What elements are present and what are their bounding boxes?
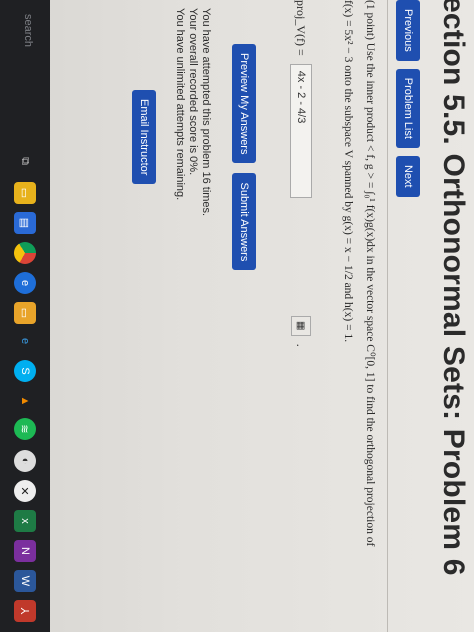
acrobat-icon[interactable]: ⅄	[14, 600, 36, 622]
question-line-1: (1 point) Use the inner product < f, g >…	[364, 0, 376, 547]
taskbar: search ⧉ ▭ ▤ e ▭ e S ▲ ≋ ◐ ✕ x N W ⅄	[0, 0, 50, 632]
projection-label: proj_V(f) =	[294, 0, 309, 56]
chrome-icon[interactable]	[14, 242, 36, 264]
attempt-status: You have attempted this problem 16 times…	[173, 8, 212, 216]
email-instructor-button[interactable]: Email Instructor	[132, 90, 156, 185]
onenote-icon[interactable]: N	[14, 540, 36, 562]
attempts-text: You have attempted this problem 16 times…	[200, 8, 212, 217]
preview-answers-button[interactable]: Preview My Answers	[232, 44, 256, 164]
score-text: Your overall recorded score is 0%.	[187, 8, 199, 176]
excel-icon[interactable]: x	[14, 510, 36, 532]
page-title: ection 5.5. Orthonormal Sets: Problem 6	[437, 0, 470, 576]
problem-list-button[interactable]: Problem List	[396, 68, 420, 148]
next-button[interactable]: Next	[396, 155, 420, 197]
answer-period: .	[294, 343, 309, 347]
ie-icon[interactable]: e	[14, 330, 36, 352]
answer-actions: Preview My Answers Submit Answers	[232, 44, 256, 271]
projection-row: proj_V(f) = 4x - 2 - 4/3 ▦ .	[290, 0, 312, 347]
photo-frame: ection 5.5. Orthonormal Sets: Problem 6 …	[0, 0, 474, 632]
edge-icon[interactable]: e	[14, 272, 36, 294]
word-icon[interactable]: W	[14, 570, 36, 592]
taskbar-search[interactable]: search	[22, 14, 34, 47]
file-explorer-icon[interactable]: ▭	[14, 182, 36, 204]
files-icon[interactable]: ▭	[14, 302, 36, 324]
xbox-icon[interactable]: ✕	[14, 480, 36, 502]
vlc-icon[interactable]: ▲	[14, 390, 36, 412]
answer-input[interactable]: 4x - 2 - 4/3	[290, 63, 312, 198]
skype-icon[interactable]: S	[14, 360, 36, 382]
spotify-icon[interactable]: ≋	[14, 418, 36, 440]
email-section: Email Instructor	[132, 90, 156, 185]
submit-answers-button[interactable]: Submit Answers	[232, 173, 256, 271]
equation-editor-icon[interactable]: ▦	[291, 315, 311, 336]
rotated-screen: ection 5.5. Orthonormal Sets: Problem 6 …	[0, 0, 474, 632]
question-line-2: f(x) = 5x² − 3 onto the subspace V spann…	[342, 0, 354, 343]
store-icon[interactable]: ▤	[14, 212, 36, 234]
task-view-icon[interactable]: ⧉	[14, 150, 36, 172]
remaining-text: You have unlimited attempts remaining.	[174, 8, 186, 201]
previous-button[interactable]: Previous	[396, 0, 420, 61]
problem-nav: Previous Problem List Next	[396, 0, 420, 197]
media-icon[interactable]: ◐	[14, 450, 36, 472]
divider	[387, 0, 388, 632]
